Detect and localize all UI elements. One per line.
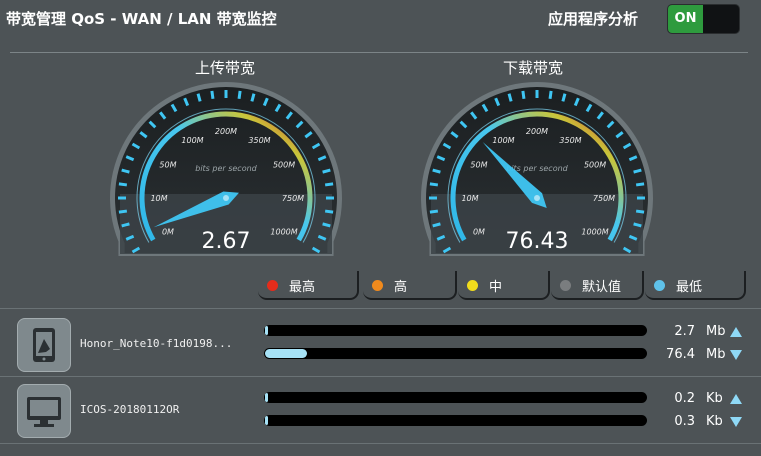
phone-icon[interactable] bbox=[17, 318, 71, 372]
row-separator bbox=[0, 443, 761, 444]
download-rate-value: 76.4 bbox=[666, 347, 695, 362]
gauge-scale-label: 200M bbox=[526, 127, 548, 136]
row-separator bbox=[0, 308, 761, 309]
gauge-tick bbox=[432, 168, 441, 174]
app-analysis-label: 应用程序分析 bbox=[548, 10, 639, 28]
gauge-tick bbox=[121, 222, 130, 228]
upload-rate-value: 2.7 bbox=[674, 324, 695, 339]
gauge-tick bbox=[237, 90, 242, 100]
header-divider bbox=[10, 52, 748, 53]
header-bar: 带宽管理 QoS - WAN / LAN 带宽监控 应用程序分析 ON bbox=[0, 0, 761, 40]
gauge-scale-label: 500M bbox=[584, 161, 606, 170]
priority-color-dot bbox=[467, 280, 478, 291]
upload-arrow-icon bbox=[730, 327, 742, 337]
download-arrow-icon bbox=[730, 417, 742, 427]
gauge-scale-label: 750M bbox=[593, 194, 615, 203]
download-bar bbox=[264, 348, 647, 359]
gauge-scale-label: 350M bbox=[248, 136, 270, 145]
priority-color-dot bbox=[654, 280, 665, 291]
gauge-scale-label: 750M bbox=[282, 194, 304, 203]
gauge-tick bbox=[635, 209, 645, 214]
gauge-tick bbox=[324, 209, 334, 214]
download-bar bbox=[264, 415, 647, 426]
gauge-scale-label: 0M bbox=[162, 228, 174, 237]
gauge-tick bbox=[633, 222, 642, 228]
gauge-scale-label: 500M bbox=[273, 161, 295, 170]
row-separator bbox=[0, 376, 761, 377]
page-title: 带宽管理 QoS - WAN / LAN 带宽监控 bbox=[6, 10, 277, 28]
download-rate-unit: Kb bbox=[706, 414, 723, 429]
gauge-tick bbox=[322, 168, 331, 174]
gauge-tick bbox=[118, 182, 128, 187]
gauge-tick bbox=[210, 90, 215, 100]
gauge-tick bbox=[429, 182, 439, 187]
gauge-scale-label: 100M bbox=[492, 136, 514, 145]
priority-legend-item: 最低 bbox=[645, 271, 746, 300]
upload-gauge-title: 上传带宽 bbox=[194, 59, 255, 77]
gauge-scale-label: 1000M bbox=[581, 228, 608, 237]
gauge-tick bbox=[432, 222, 441, 228]
priority-legend-item: 中 bbox=[458, 271, 550, 300]
gauge-scale-label: 50M bbox=[470, 161, 487, 170]
upload-bar bbox=[264, 325, 647, 336]
gauge-tick bbox=[429, 209, 439, 214]
priority-label: 最低 bbox=[676, 280, 703, 295]
toggle-on-label: ON bbox=[668, 5, 703, 33]
priority-color-dot bbox=[372, 280, 383, 291]
gauge-tick bbox=[196, 93, 202, 102]
gauge-tick bbox=[521, 90, 526, 100]
gauge-scale-label: 10M bbox=[150, 194, 167, 203]
priority-legend-item: 高 bbox=[363, 271, 457, 300]
gauge-scale-label: 1000M bbox=[270, 228, 297, 237]
upload-bar bbox=[264, 392, 647, 403]
gauge-value: 2.67 bbox=[202, 229, 251, 254]
computer-icon[interactable] bbox=[17, 384, 71, 438]
priority-label: 高 bbox=[394, 280, 408, 295]
gauge-scale-label: 50M bbox=[159, 161, 176, 170]
device-name: Honor_Note10-f1d0198... bbox=[80, 337, 233, 350]
priority-label: 最高 bbox=[289, 280, 316, 295]
gauge-tick bbox=[118, 209, 128, 214]
priority-label: 中 bbox=[489, 280, 503, 295]
priority-label: 默认值 bbox=[582, 280, 622, 295]
gauge-tick bbox=[561, 93, 567, 102]
gauge-scale-label: 200M bbox=[215, 127, 237, 136]
gauge-scale-label: 100M bbox=[181, 136, 203, 145]
gauge-tick bbox=[633, 168, 642, 174]
upload-rate-unit: Kb bbox=[706, 391, 723, 406]
upload-arrow-icon bbox=[730, 394, 742, 404]
download-speed-gauge: 0M10M50M100M200M350M500M750M1000Mbits pe… bbox=[421, 82, 653, 256]
download-gauge-title: 下载带宽 bbox=[502, 59, 563, 77]
app-analysis-toggle[interactable]: ON bbox=[667, 4, 740, 34]
gauge-tick bbox=[324, 182, 334, 187]
priority-color-dot bbox=[267, 280, 278, 291]
device-name: ICOS-20180112OR bbox=[80, 403, 180, 416]
gauge-tick bbox=[548, 90, 553, 100]
upload-speed-gauge: 0M 10M 50M 100M 200M 350M 500M 750M 1000M bits pe… bbox=[110, 82, 342, 256]
download-bar-fill bbox=[265, 416, 268, 425]
upload-bar-fill bbox=[265, 393, 268, 402]
gauge-tick bbox=[635, 182, 645, 187]
gauge-hub bbox=[223, 195, 229, 201]
gauge-scale-label: 10M bbox=[461, 194, 478, 203]
download-rate-unit: Mb bbox=[706, 347, 726, 362]
gauge-hub bbox=[534, 195, 540, 201]
upload-bar-fill bbox=[265, 326, 268, 335]
gauge-tick bbox=[121, 168, 130, 174]
gauge-scale-label: 350M bbox=[559, 136, 581, 145]
priority-legend-item: 最高 bbox=[258, 271, 359, 300]
gauge-tick bbox=[322, 222, 331, 228]
download-arrow-icon bbox=[730, 350, 742, 360]
gauge-tick bbox=[250, 93, 256, 102]
gauge-scale-label: 0M bbox=[473, 228, 485, 237]
gauge-unit-label: bits per second bbox=[195, 164, 257, 173]
download-rate-value: 0.3 bbox=[674, 414, 695, 429]
upload-rate-unit: Mb bbox=[706, 324, 726, 339]
priority-color-dot bbox=[560, 280, 571, 291]
gauge-tick bbox=[507, 93, 513, 102]
download-bar-fill bbox=[265, 349, 307, 358]
priority-legend-item: 默认值 bbox=[551, 271, 644, 300]
gauge-value: 76.43 bbox=[506, 229, 569, 254]
upload-rate-value: 0.2 bbox=[674, 391, 695, 406]
